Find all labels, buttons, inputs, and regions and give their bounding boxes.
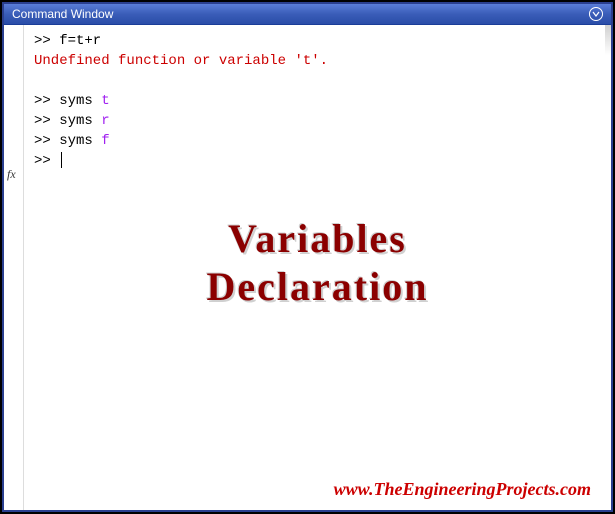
cursor-icon	[61, 152, 62, 168]
dropdown-icon[interactable]	[589, 7, 603, 21]
fx-icon[interactable]: fx	[7, 167, 16, 182]
gutter: fx	[4, 25, 24, 510]
error-message: Undefined function or variable 't'.	[34, 51, 601, 71]
current-prompt[interactable]: >>	[34, 151, 601, 171]
watermark: www.TheEngineeringProjects.com	[334, 479, 591, 500]
command-line-4: >> syms f	[34, 131, 601, 151]
overlay-title-line2: Declaration	[24, 263, 611, 311]
overlay-title-line1: Variables	[24, 215, 611, 263]
content-area: fx >> f=t+r Undefined function or variab…	[4, 25, 611, 510]
variable-f: f	[101, 133, 109, 149]
variable-t: t	[101, 93, 109, 109]
prompt-prefix: >>	[34, 113, 59, 129]
command-line-2: >> syms t	[34, 91, 601, 111]
command-line-3: >> syms r	[34, 111, 601, 131]
syms-keyword: syms	[59, 133, 101, 149]
prompt-prefix: >>	[34, 93, 59, 109]
blank-line	[34, 71, 601, 91]
command-line-1: >> f=t+r	[34, 31, 601, 51]
overlay-title: Variables Declaration	[24, 215, 611, 311]
scrollbar-hint	[605, 25, 611, 55]
command-window: Command Window fx >> f=t+r Undefined fun…	[2, 2, 613, 512]
window-title: Command Window	[12, 7, 113, 21]
variable-r: r	[101, 113, 109, 129]
syms-keyword: syms	[59, 113, 101, 129]
console[interactable]: >> f=t+r Undefined function or variable …	[24, 25, 611, 510]
titlebar: Command Window	[4, 4, 611, 25]
syms-keyword: syms	[59, 93, 101, 109]
prompt-prefix: >>	[34, 133, 59, 149]
prompt-text: >>	[34, 153, 59, 169]
